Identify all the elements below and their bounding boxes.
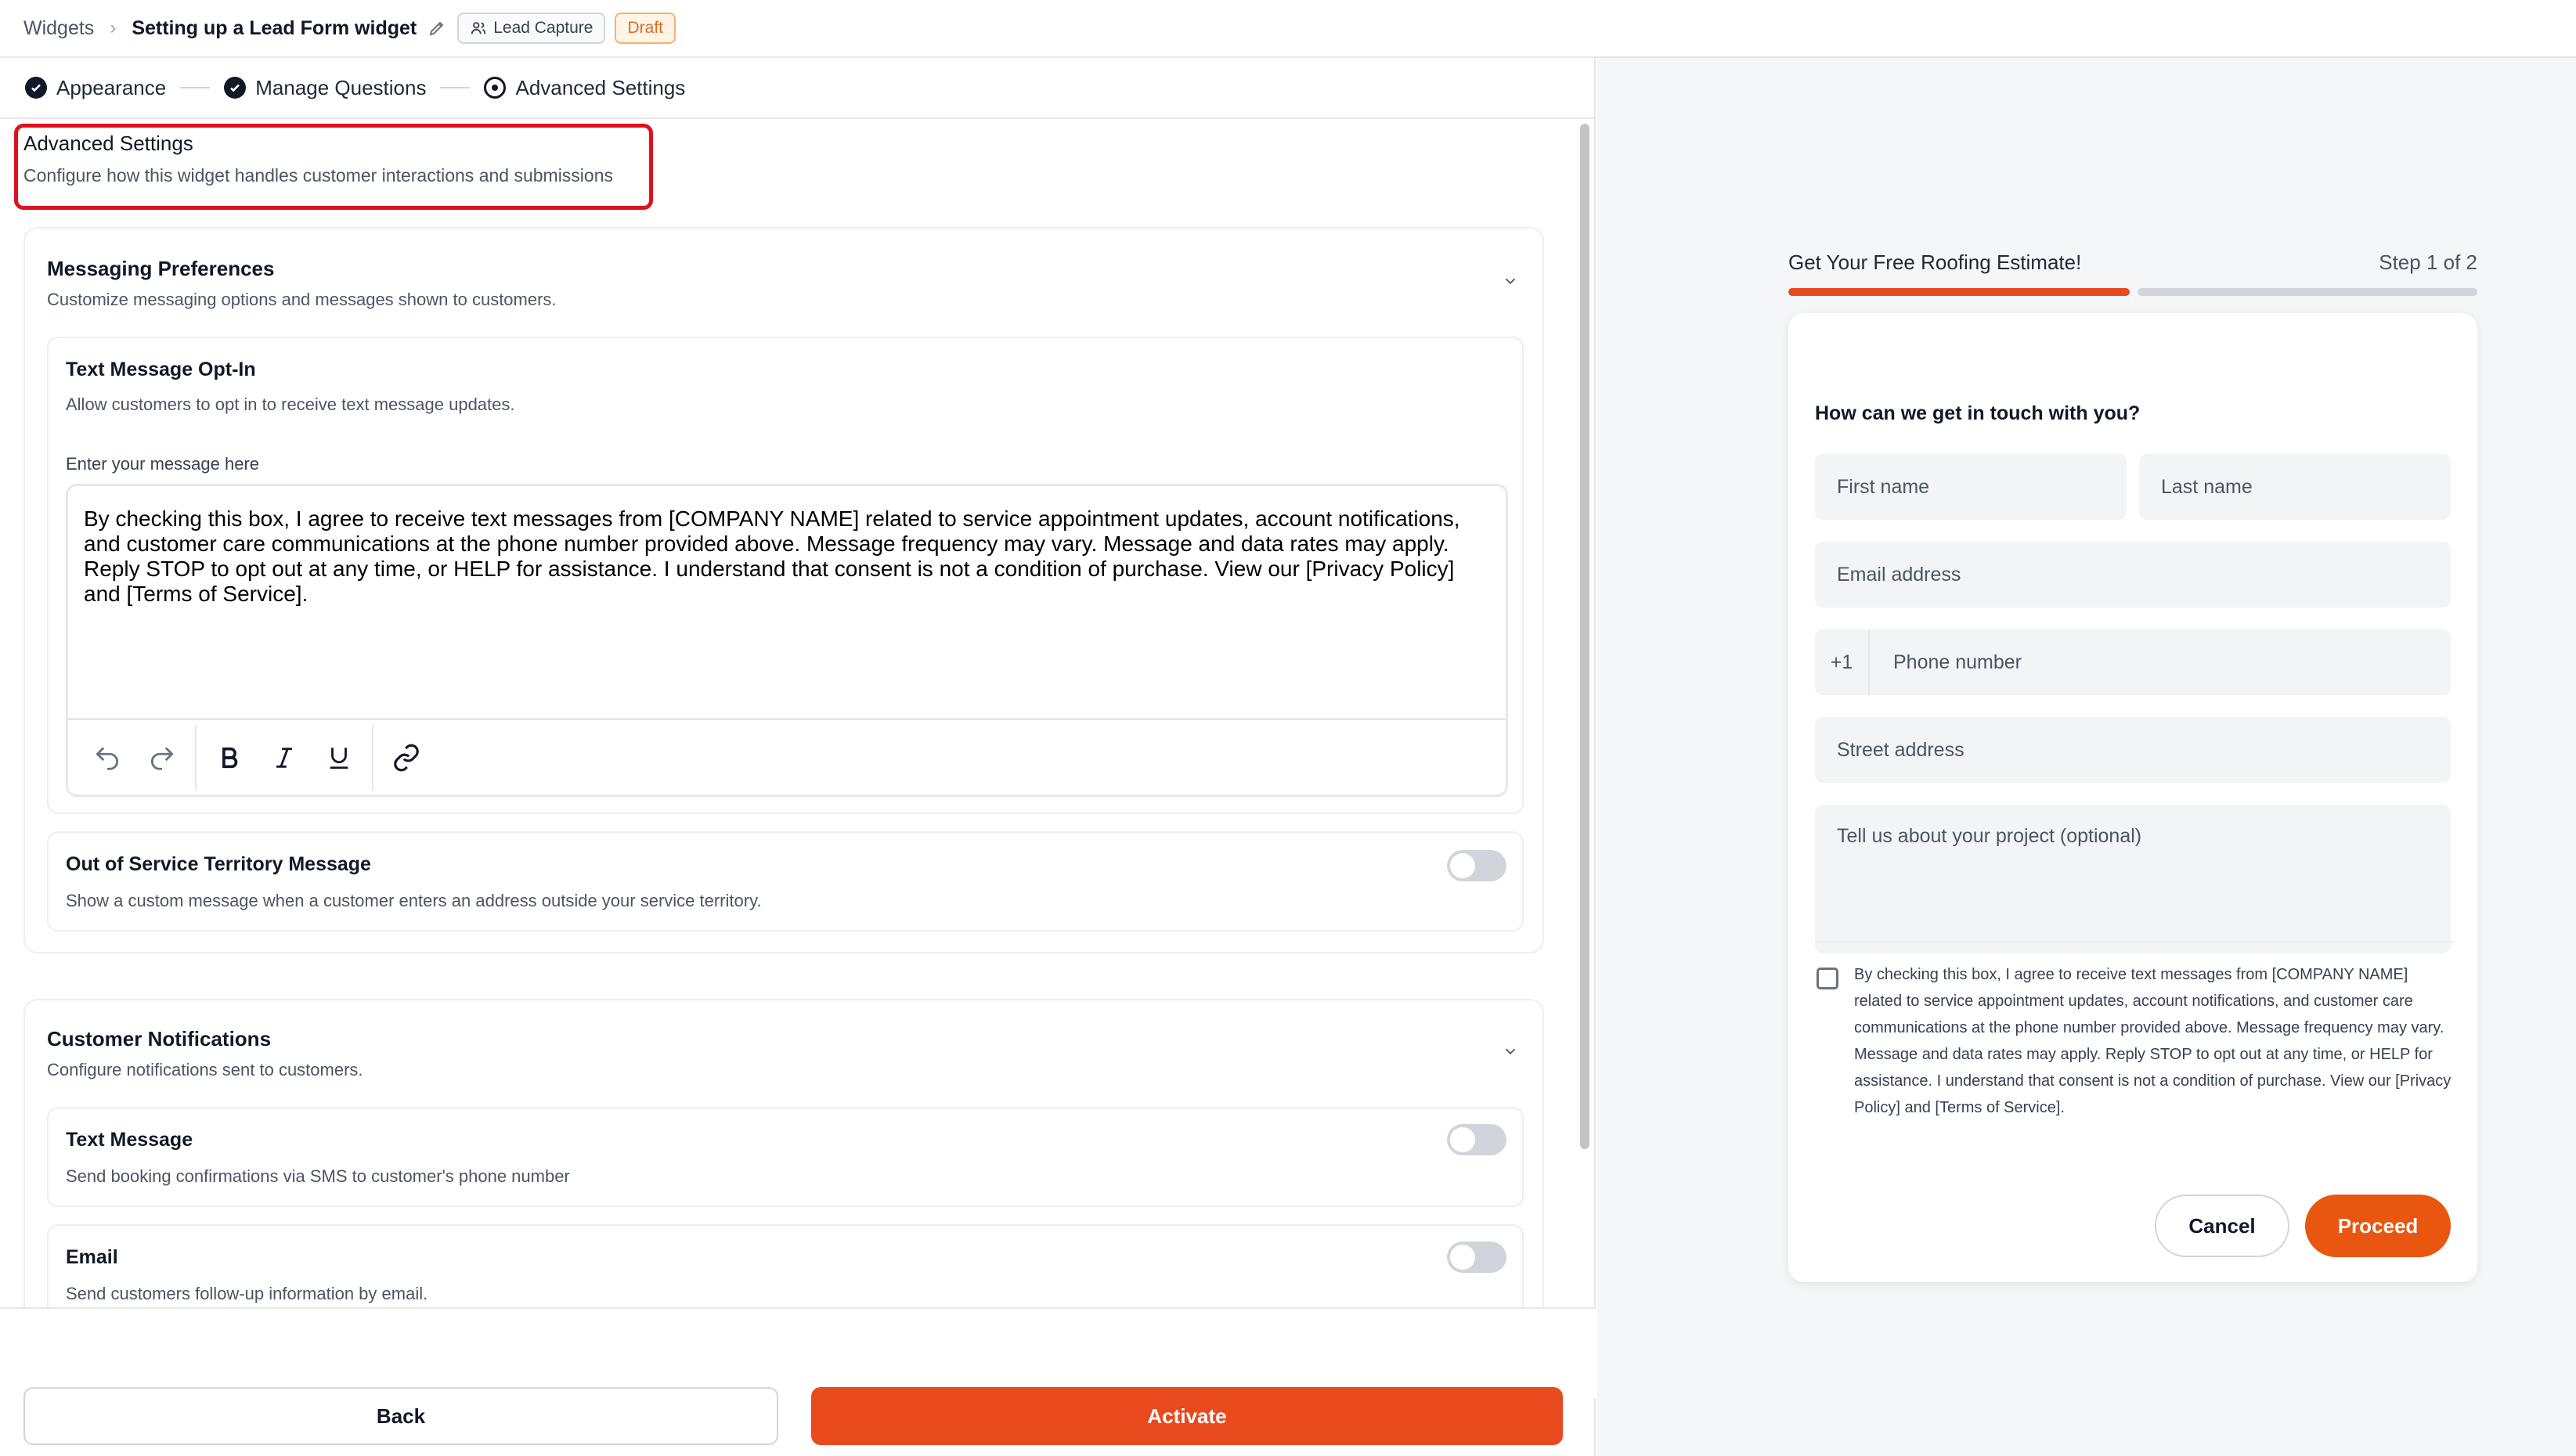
progress-bar-remaining xyxy=(2138,288,2477,296)
panel-title: Text Message Opt-In xyxy=(66,359,256,380)
cancel-button[interactable]: Cancel xyxy=(2155,1195,2289,1257)
highlight-box xyxy=(14,124,653,210)
panel-title: Text Message xyxy=(66,1129,193,1151)
editor-content[interactable]: By checking this box, I agree to receive… xyxy=(84,506,1474,607)
toolbar-divider xyxy=(195,724,197,791)
pencil-icon[interactable] xyxy=(428,19,446,38)
form-question: How can we get in touch with you? xyxy=(1815,402,2141,424)
bold-icon[interactable] xyxy=(207,736,251,780)
proceed-button[interactable]: Proceed xyxy=(2305,1195,2451,1257)
card-title: Customer Notifications xyxy=(47,1027,272,1051)
email-toggle[interactable] xyxy=(1447,1242,1506,1273)
consent-checkbox[interactable] xyxy=(1817,968,1838,989)
first-name-field[interactable]: First name xyxy=(1815,454,2127,520)
users-icon xyxy=(471,22,486,34)
text-message-panel: Text Message Send booking confirmations … xyxy=(47,1107,1524,1207)
widget-type-badge: Lead Capture xyxy=(457,13,606,44)
editor-toolbar xyxy=(68,718,1506,795)
top-bar: Widgets › Setting up a Lead Form widget … xyxy=(0,0,2576,58)
step-label: Advanced Settings xyxy=(515,75,686,99)
text-opt-in-panel: Text Message Opt-In Allow customers to o… xyxy=(47,337,1524,814)
step-indicator: Step 1 of 2 xyxy=(2379,250,2477,274)
phone-country-code[interactable]: +1 xyxy=(1815,629,1870,695)
messaging-preferences-card: Messaging Preferences Customize messagin… xyxy=(23,227,1544,953)
breadcrumb-widgets-link[interactable]: Widgets xyxy=(23,17,94,40)
panel-subtitle: Allow customers to opt in to receive tex… xyxy=(66,395,515,414)
card-title: Messaging Preferences xyxy=(47,257,275,280)
widget-type-label: Lead Capture xyxy=(493,19,593,37)
message-editor[interactable]: By checking this box, I agree to receive… xyxy=(66,484,1508,797)
check-circle-icon xyxy=(25,77,47,99)
phone-input[interactable]: Phone number xyxy=(1871,629,2451,695)
underline-icon[interactable] xyxy=(317,736,361,780)
redo-icon[interactable] xyxy=(140,736,184,780)
step-label: Appearance xyxy=(56,75,167,99)
panel-subtitle: Send customers follow-up information by … xyxy=(66,1284,428,1303)
activate-button[interactable]: Activate xyxy=(811,1387,1563,1445)
panel-subtitle: Send booking confirmations via SMS to cu… xyxy=(66,1166,570,1186)
chevron-down-icon[interactable] xyxy=(1502,272,1519,290)
link-icon[interactable] xyxy=(384,736,428,780)
step-connector xyxy=(180,87,211,88)
wizard-stepper: Appearance Manage Questions Advanced Set… xyxy=(0,58,1594,119)
text-message-toggle[interactable] xyxy=(1447,1124,1506,1155)
preview-header: Get Your Free Roofing Estimate! Step 1 o… xyxy=(1788,250,2477,275)
panel-title: Out of Service Territory Message xyxy=(66,853,371,875)
step-connector xyxy=(440,87,471,88)
step-advanced-settings[interactable]: Advanced Settings xyxy=(484,76,685,100)
card-subtitle: Configure notifications sent to customer… xyxy=(47,1060,363,1079)
customer-notifications-card: Customer Notifications Configure notific… xyxy=(23,999,1544,1350)
back-button[interactable]: Back xyxy=(23,1387,778,1445)
footer-bar xyxy=(0,1307,1596,1398)
chevron-down-icon[interactable] xyxy=(1502,1043,1519,1060)
scrollbar[interactable] xyxy=(1580,124,1589,1149)
check-circle-icon xyxy=(224,77,247,99)
form-divider xyxy=(1815,941,2454,942)
step-manage-questions[interactable]: Manage Questions xyxy=(224,76,426,100)
out-of-service-panel: Out of Service Territory Message Show a … xyxy=(47,831,1524,932)
step-appearance[interactable]: Appearance xyxy=(25,76,166,100)
panel-subtitle: Show a custom message when a customer en… xyxy=(66,891,762,910)
preview-title: Get Your Free Roofing Estimate! xyxy=(1788,250,2082,274)
project-textarea[interactable]: Tell us about your project (optional) xyxy=(1815,805,2451,953)
last-name-field[interactable]: Last name xyxy=(2139,454,2451,520)
undo-icon[interactable] xyxy=(85,736,129,780)
step-label: Manage Questions xyxy=(255,75,427,99)
breadcrumb-separator: › xyxy=(110,17,117,38)
editor-label: Enter your message here xyxy=(66,454,260,474)
street-address-field[interactable]: Street address xyxy=(1815,717,2451,783)
italic-icon[interactable] xyxy=(262,736,306,780)
lead-form-card: How can we get in touch with you? First … xyxy=(1788,313,2477,1282)
status-badge: Draft xyxy=(615,13,676,44)
panel-title: Email xyxy=(66,1246,118,1268)
card-subtitle: Customize messaging options and messages… xyxy=(47,290,557,309)
page-title: Setting up a Lead Form widget xyxy=(132,16,417,39)
out-of-service-toggle[interactable] xyxy=(1447,850,1506,881)
progress-bar-complete xyxy=(1788,288,2130,296)
toolbar-divider xyxy=(372,724,373,791)
current-step-icon xyxy=(484,77,507,99)
consent-text: By checking this box, I agree to receive… xyxy=(1854,966,2452,1116)
email-field[interactable]: Email address xyxy=(1815,542,2451,607)
